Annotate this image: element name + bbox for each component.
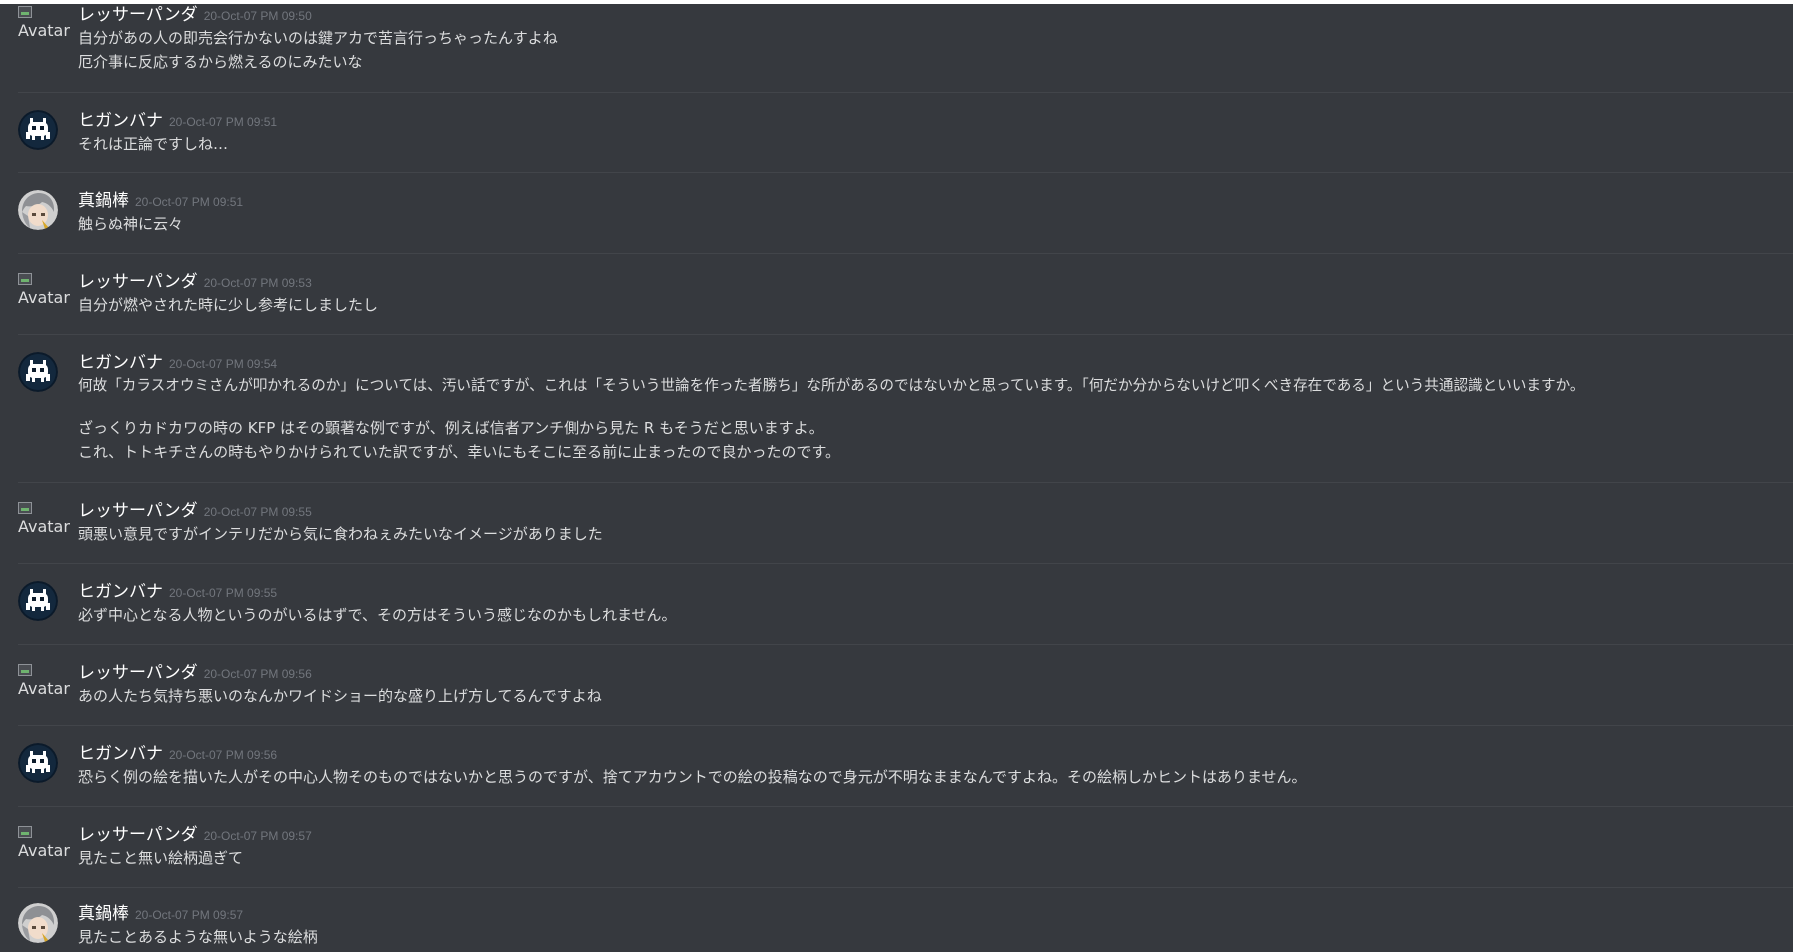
avatar-alt-text: Avatar <box>18 517 70 536</box>
avatar[interactable]: Avatar <box>18 824 70 864</box>
message-text: ざっくりカドカワの時の KFP はその顕著な例ですが、例えば信者アンチ側から見た… <box>78 419 824 437</box>
timestamp: 20-Oct-07 PM 09:56 <box>203 667 312 681</box>
message-list[interactable]: Avatar レッサーパンダ 20-Oct-07 PM 09:50 自分があの人の… <box>0 4 1793 952</box>
timestamp: 20-Oct-07 PM 09:55 <box>203 505 312 519</box>
timestamp: 20-Oct-07 PM 09:51 <box>169 115 278 129</box>
anime-avatar-icon <box>18 903 58 943</box>
avatar[interactable]: Avatar <box>18 500 70 540</box>
message: Avatar レッサーパンダ 20-Oct-07 PM 09:55 頭悪い意見です… <box>18 482 1793 564</box>
username[interactable]: レッサーパンダ <box>78 272 198 292</box>
timestamp: 20-Oct-07 PM 09:55 <box>169 586 278 600</box>
username[interactable]: レッサーパンダ <box>78 5 198 25</box>
invader-icon <box>18 352 58 392</box>
broken-image-icon: Avatar <box>18 271 70 311</box>
message-text: 見たことあるような無いような絵柄 <box>78 928 318 946</box>
message-text: 必ず中心となる人物というのがいるはずで、その方はそういう感じなのかもしれません。 <box>78 606 677 624</box>
broken-image-icon: Avatar <box>18 500 70 540</box>
message-text: 自分が燃やされた時に少し参考にしましたし <box>78 296 379 314</box>
invader-icon <box>18 110 58 150</box>
message-text: あの人たち気持ち悪いのなんかワイドショー的な盛り上げ方してるんですよね <box>78 687 602 705</box>
avatar[interactable] <box>18 903 58 943</box>
message-text: それは正論ですしね… <box>78 135 229 153</box>
avatar-alt-text: Avatar <box>18 21 70 40</box>
username[interactable]: ヒガンバナ <box>78 353 163 373</box>
timestamp: 20-Oct-07 PM 09:57 <box>135 908 244 922</box>
message: ヒガンバナ 20-Oct-07 PM 09:55 必ず中心となる人物というのがいる… <box>18 563 1793 645</box>
message-text: 恐らく例の絵を描いた人がその中心人物そのものではないかと思うのですが、捨てアカウ… <box>78 768 1307 786</box>
avatar[interactable] <box>18 581 58 621</box>
avatar-alt-text: Avatar <box>18 288 70 307</box>
broken-image-icon: Avatar <box>18 662 70 702</box>
message: 真鍋棒 20-Oct-07 PM 09:57 見たことあるような無いような絵柄 <box>18 887 1793 952</box>
username[interactable]: レッサーパンダ <box>78 501 198 521</box>
message-text: 頭悪い意見ですがインテリだから気に食わねぇみたいなイメージがありました <box>78 525 603 543</box>
message-text: これ、トトキチさんの時もやりかけられていた訳ですが、幸いにもそこに至る前に止まっ… <box>78 443 841 461</box>
avatar[interactable] <box>18 352 58 392</box>
avatar[interactable] <box>18 110 58 150</box>
message-text: 触らぬ神に云々 <box>78 215 184 233</box>
avatar-alt-text: Avatar <box>18 841 70 860</box>
timestamp: 20-Oct-07 PM 09:57 <box>203 829 312 843</box>
timestamp: 20-Oct-07 PM 09:50 <box>203 9 312 23</box>
avatar[interactable]: Avatar <box>18 271 70 311</box>
avatar[interactable]: Avatar <box>18 4 70 44</box>
message: ヒガンバナ 20-Oct-07 PM 09:51 それは正論ですしね… <box>18 92 1793 173</box>
username[interactable]: 真鍋棒 <box>78 191 129 211</box>
message: Avatar レッサーパンダ 20-Oct-07 PM 09:56 あの人たち気持… <box>18 644 1793 726</box>
avatar[interactable]: Avatar <box>18 662 70 702</box>
avatar[interactable] <box>18 743 58 783</box>
message: ヒガンバナ 20-Oct-07 PM 09:54 何故「カラスオウミさんが叩かれる… <box>18 334 1793 483</box>
username[interactable]: ヒガンバナ <box>78 111 163 131</box>
broken-image-icon: Avatar <box>18 4 70 44</box>
message: ヒガンバナ 20-Oct-07 PM 09:56 恐らく例の絵を描いた人がその中心… <box>18 725 1793 807</box>
avatar[interactable] <box>18 190 58 230</box>
username[interactable]: ヒガンバナ <box>78 744 163 764</box>
message-text: 厄介事に反応するから燃えるのにみたいな <box>78 53 363 71</box>
timestamp: 20-Oct-07 PM 09:54 <box>169 357 278 371</box>
invader-icon <box>18 581 58 621</box>
avatar-alt-text: Avatar <box>18 679 70 698</box>
anime-avatar-icon <box>18 190 58 230</box>
timestamp: 20-Oct-07 PM 09:51 <box>135 195 244 209</box>
message: 真鍋棒 20-Oct-07 PM 09:51 触らぬ神に云々 <box>18 172 1793 254</box>
message: Avatar レッサーパンダ 20-Oct-07 PM 09:50 自分があの人の… <box>18 4 1793 92</box>
message-text: 何故「カラスオウミさんが叩かれるのか」については、汚い話ですが、これは「そういう… <box>78 377 1585 394</box>
invader-icon <box>18 743 58 783</box>
message-text: 見たこと無い絵柄過ぎて <box>78 849 244 867</box>
timestamp: 20-Oct-07 PM 09:53 <box>203 276 312 290</box>
message: Avatar レッサーパンダ 20-Oct-07 PM 09:57 見たこと無い絵… <box>18 806 1793 888</box>
broken-image-icon: Avatar <box>18 824 70 864</box>
username[interactable]: ヒガンバナ <box>78 582 163 602</box>
username[interactable]: レッサーパンダ <box>78 825 198 845</box>
message-text: 自分があの人の即売会行かないのは鍵アカで苦言行っちゃったんすよね <box>78 29 558 47</box>
message: Avatar レッサーパンダ 20-Oct-07 PM 09:53 自分が燃やされ… <box>18 253 1793 335</box>
username[interactable]: レッサーパンダ <box>78 663 198 683</box>
username[interactable]: 真鍋棒 <box>78 904 129 924</box>
timestamp: 20-Oct-07 PM 09:56 <box>169 748 278 762</box>
